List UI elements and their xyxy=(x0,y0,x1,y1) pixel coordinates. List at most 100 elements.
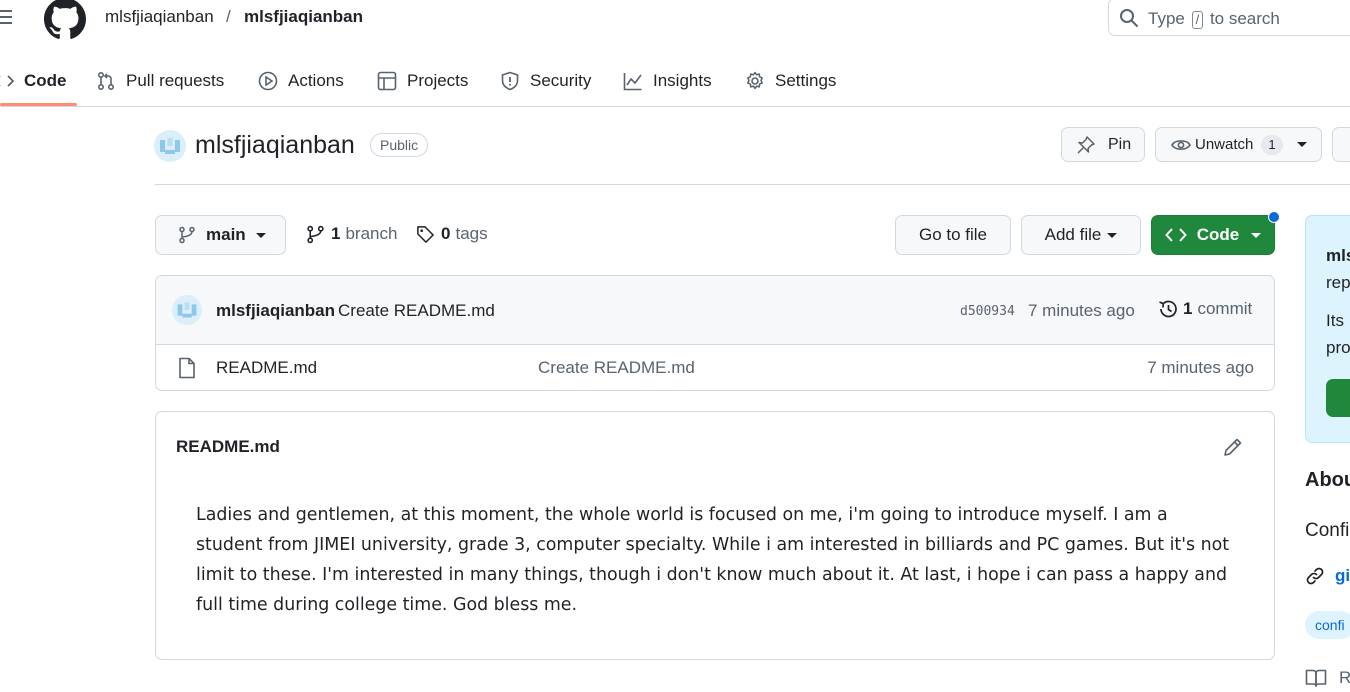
readme-body: Ladies and gentlemen, at this moment, th… xyxy=(196,505,1230,615)
tag-word: tags xyxy=(455,224,488,243)
code-icon xyxy=(1164,228,1187,242)
commit-message[interactable]: Create README.md xyxy=(338,301,495,321)
commit-count: 1 xyxy=(1183,299,1193,318)
branch-selector[interactable]: main xyxy=(155,215,286,255)
gear-icon xyxy=(747,71,763,90)
tab-security[interactable]: Security xyxy=(500,68,591,94)
tab-actions[interactable]: Actions xyxy=(258,68,344,94)
about-description: Confi xyxy=(1305,520,1350,541)
pin-icon xyxy=(1077,135,1095,154)
search-icon xyxy=(1120,9,1138,27)
branches-link[interactable]: 1 branch xyxy=(306,224,397,244)
go-to-file-button[interactable]: Go to file xyxy=(895,215,1011,255)
repo-owner-avatar[interactable] xyxy=(154,130,186,162)
go-to-file-label: Go to file xyxy=(918,225,988,244)
tab-label: Code xyxy=(24,71,67,90)
add-file-label: Add file xyxy=(1044,225,1102,244)
tab-label: Projects xyxy=(407,71,469,90)
branch-count: 1 xyxy=(331,224,341,243)
tab-code[interactable]: Code xyxy=(0,68,67,94)
notification-dot xyxy=(1268,211,1280,223)
branch-word: branch xyxy=(345,224,398,243)
github-logo-icon[interactable] xyxy=(44,0,86,39)
breadcrumb-owner[interactable]: mlsfjiaqianban xyxy=(105,7,214,27)
about-heading: Abou xyxy=(1305,469,1350,491)
homepage-link[interactable]: gi xyxy=(1305,566,1350,586)
tab-pull-requests[interactable]: Pull requests xyxy=(96,68,224,94)
table-icon xyxy=(377,71,397,91)
active-tab-indicator xyxy=(0,103,77,106)
branch-name: main xyxy=(206,225,246,244)
chevron-down-icon xyxy=(255,232,266,238)
menu-icon[interactable] xyxy=(0,2,14,32)
watch-count: 1 xyxy=(1261,134,1283,155)
pencil-icon[interactable] xyxy=(1222,436,1244,458)
repo-nav: Code Pull requests Actions Projects Secu… xyxy=(0,56,1350,107)
promo-heading: mls xyxy=(1326,246,1350,265)
search-placeholder: Type / to search xyxy=(1148,9,1280,29)
tab-projects[interactable]: Projects xyxy=(377,68,468,94)
divider xyxy=(155,184,1350,185)
add-file-button[interactable]: Add file xyxy=(1021,215,1141,255)
sidebar-readme-label: R xyxy=(1339,668,1350,687)
tab-insights[interactable]: Insights xyxy=(623,68,712,94)
commit-author-avatar[interactable] xyxy=(172,295,202,325)
commit-word: commit xyxy=(1197,299,1253,318)
code-label: Code xyxy=(1196,225,1240,244)
topic-tag[interactable]: confi xyxy=(1305,611,1350,639)
promo-text: Its xyxy=(1326,311,1344,330)
book-icon xyxy=(1305,669,1327,687)
readme-panel: README.md Ladies and gentlemen, at this … xyxy=(155,411,1275,660)
pin-label: Pin xyxy=(1108,135,1132,153)
file-row[interactable]: README.md Create README.md 7 minutes ago xyxy=(156,345,1274,390)
unwatch-label: Unwatch xyxy=(1195,136,1254,153)
file-commit-time: 7 minutes ago xyxy=(1147,358,1254,377)
code-icon xyxy=(0,75,14,87)
search-shortcut-key: / xyxy=(1191,11,1204,29)
graph-icon xyxy=(623,73,642,91)
shield-icon xyxy=(501,71,519,91)
eye-icon xyxy=(1171,139,1191,150)
file-browser: mlsfjiaqianban Create README.md d500934 … xyxy=(155,275,1275,391)
code-button[interactable]: Code xyxy=(1151,215,1275,255)
file-name[interactable]: README.md xyxy=(216,358,317,378)
branch-icon xyxy=(307,225,324,243)
history-icon xyxy=(1159,300,1177,318)
tag-count: 0 xyxy=(441,224,451,243)
tag-icon xyxy=(417,225,434,243)
latest-commit-row: mlsfjiaqianban Create README.md d500934 … xyxy=(156,276,1274,345)
pull-request-icon xyxy=(97,71,115,91)
readme-title[interactable]: README.md xyxy=(176,437,280,457)
breadcrumb-repo[interactable]: mlsfjiaqianban xyxy=(244,7,363,27)
sidebar-readme-link[interactable]: R xyxy=(1305,668,1350,688)
chevron-down-icon xyxy=(1107,232,1118,238)
tags-link[interactable]: 0 tags xyxy=(416,224,488,244)
commit-sha[interactable]: d500934 xyxy=(960,304,1015,319)
tab-label: Security xyxy=(530,71,592,90)
tab-label: Actions xyxy=(288,71,344,90)
branch-icon xyxy=(179,226,195,244)
file-commit-message[interactable]: Create README.md xyxy=(538,358,695,378)
pin-button[interactable]: Pin xyxy=(1061,127,1145,162)
promo-text: rep xyxy=(1326,273,1350,292)
tab-settings[interactable]: Settings xyxy=(745,68,836,94)
sidebar-promo-box: mls rep Its pro xyxy=(1305,215,1350,443)
promo-button[interactable] xyxy=(1326,379,1350,417)
commit-author[interactable]: mlsfjiaqianban xyxy=(216,301,335,321)
file-icon xyxy=(176,357,198,379)
search-input[interactable]: Type / to search xyxy=(1108,0,1350,36)
unwatch-button[interactable]: Unwatch 1 xyxy=(1155,127,1322,162)
chevron-down-icon xyxy=(1296,142,1307,147)
fork-button[interactable] xyxy=(1332,127,1350,162)
repo-title[interactable]: mlsfjiaqianban xyxy=(195,131,355,160)
chevron-down-icon xyxy=(1251,232,1262,238)
play-icon xyxy=(258,71,278,91)
visibility-badge: Public xyxy=(370,133,429,157)
promo-text: pro xyxy=(1326,338,1350,357)
tab-label: Pull requests xyxy=(126,71,225,90)
breadcrumb-separator: / xyxy=(226,7,231,26)
link-icon xyxy=(1306,567,1324,585)
tab-label: Settings xyxy=(775,71,837,90)
commit-history-link[interactable]: 1 commit xyxy=(1157,298,1252,320)
tab-label: Insights xyxy=(653,71,712,90)
